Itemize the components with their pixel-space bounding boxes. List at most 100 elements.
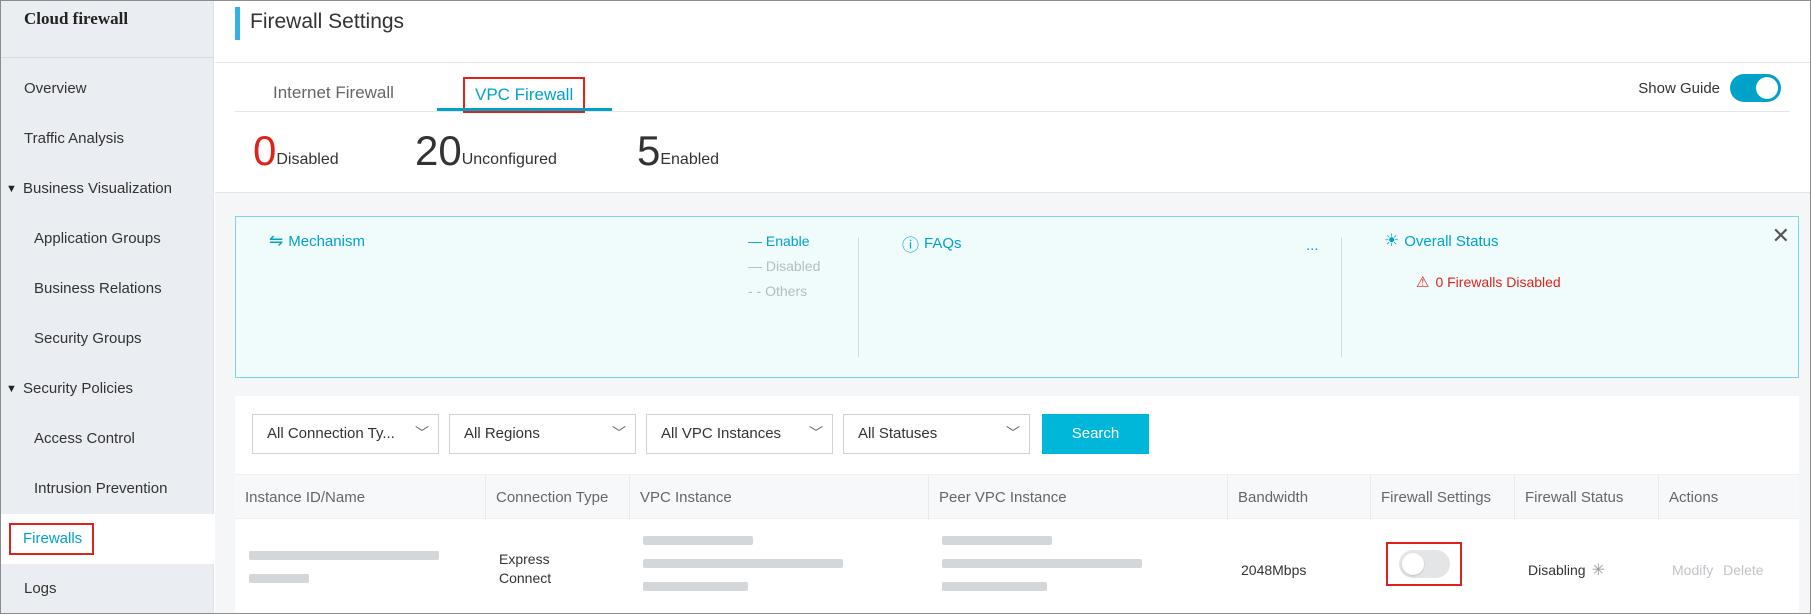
lightbulb-icon: ☀ [1384, 231, 1400, 250]
show-guide-label: Show Guide [1638, 79, 1720, 97]
sidebar-item-application-groups[interactable]: Application Groups [1, 214, 214, 264]
delete-link[interactable]: Delete [1723, 562, 1763, 578]
status-warning: ⚠ 0 Firewalls Disabled [1416, 273, 1561, 291]
sidebar-item-traffic-analysis[interactable]: Traffic Analysis [1, 114, 214, 164]
column-header: Actions [1658, 475, 1799, 520]
chevron-down-icon: ﹀ [809, 425, 823, 441]
stat-enabled: 5 Enabled [637, 123, 719, 173]
sidebar-item-label: Logs [24, 580, 57, 597]
main-content: Firewall Settings Internet Firewall VPC … [215, 1, 1810, 613]
legend-enable: — Enable [748, 233, 810, 249]
sidebar-divider [1, 57, 214, 58]
sidebar-item-label: Business Visualization [23, 180, 172, 197]
sidebar-item-label: Application Groups [34, 230, 161, 247]
column-header: Instance ID/Name [245, 489, 366, 506]
sidebar-item-security-groups[interactable]: Security Groups [1, 314, 214, 364]
redacted-peer-vpc-id [942, 559, 1142, 568]
loading-spinner-icon: ✳ [1591, 562, 1605, 579]
brand-title: Cloud firewall [24, 9, 129, 28]
select-value: All Statuses [858, 425, 938, 442]
cell-actions: Modify Delete [1672, 562, 1764, 578]
show-guide-toggle[interactable] [1730, 74, 1781, 102]
sidebar-item-firewalls[interactable]: Firewalls [1, 514, 214, 564]
redacted-peer-vpc-name [942, 536, 1052, 545]
sidebar-item-label: Overview [24, 80, 87, 97]
mechanism-link[interactable]: ⇋ Mechanism [269, 231, 365, 251]
redacted-vpc-name [643, 536, 753, 545]
stat-label: Disabled [276, 151, 339, 168]
tab-section: Internet Firewall VPC Firewall Show Guid… [215, 63, 1810, 193]
chevron-down-icon: ﹀ [612, 425, 626, 441]
sidebar-item-intrusion-prevention[interactable]: Intrusion Prevention [1, 464, 214, 514]
legend-others: - - Others [748, 283, 808, 299]
stat-value: 20 [415, 127, 462, 174]
statuses-select[interactable]: All Statuses ﹀ [843, 414, 1030, 454]
sidebar-group-security-policies[interactable]: ▼ Security Policies [1, 364, 214, 414]
column-header: VPC Instance [629, 475, 928, 520]
redacted-vpc-region [643, 582, 748, 591]
search-button[interactable]: Search [1042, 414, 1149, 454]
instances-panel: All Connection Ty... ﹀ All Regions ﹀ All V… [235, 396, 1799, 613]
toggle-knob [1402, 553, 1424, 575]
redacted-peer-vpc-region [942, 582, 1047, 591]
warning-triangle-icon: ⚠ [1416, 274, 1430, 291]
stat-label: Unconfigured [461, 151, 557, 168]
guide-panel: ⇋ Mechanism — Enable — Disabled - - Othe… [235, 216, 1799, 378]
redacted-instance-id [249, 551, 439, 560]
select-value: All VPC Instances [661, 425, 782, 442]
column-header: Connection Type [485, 475, 629, 520]
chevron-down-icon: ﹀ [1006, 425, 1020, 441]
guide-separator [1341, 237, 1342, 357]
regions-select[interactable]: All Regions ﹀ [449, 414, 636, 454]
redacted-instance-name [249, 574, 309, 583]
connection-type-select[interactable]: All Connection Ty... ﹀ [252, 414, 439, 454]
header-accent-bar [235, 7, 240, 40]
chevron-down-icon: ﹀ [415, 425, 429, 441]
status-text: Disabling [1528, 562, 1586, 578]
stat-value: 5 [637, 127, 661, 174]
legend-disabled: — Disabled [748, 258, 821, 274]
sidebar-item-business-relations[interactable]: Business Relations [1, 264, 214, 314]
table-header: Instance ID/Name Connection Type VPC Ins… [235, 474, 1799, 520]
page-header: Firewall Settings [215, 1, 1810, 63]
modify-link[interactable]: Modify [1672, 562, 1713, 578]
select-value: All Regions [464, 425, 540, 442]
select-value: All Connection Ty... [267, 425, 395, 442]
warning-text: 0 Firewalls Disabled [1435, 274, 1561, 290]
close-icon[interactable]: ✕ [1772, 225, 1790, 247]
sidebar-group-business-visualization[interactable]: ▼ Business Visualization [1, 164, 214, 214]
sidebar-item-label: Access Control [34, 430, 135, 447]
sidebar-item-label: Business Relations [34, 280, 162, 297]
column-header: Peer VPC Instance [928, 475, 1227, 520]
active-tab-indicator [437, 108, 612, 111]
cell-bandwidth: 2048Mbps [1241, 562, 1307, 578]
cell-firewall-status: Disabling ✳ [1528, 560, 1605, 580]
sidebar-item-label: Security Groups [34, 330, 142, 347]
stat-value: 0 [253, 127, 277, 174]
overall-status-title: ☀ Overall Status [1384, 231, 1498, 251]
redacted-vpc-id [643, 559, 843, 568]
firewall-settings-toggle[interactable] [1399, 550, 1450, 578]
sidebar-item-overview[interactable]: Overview [1, 64, 214, 114]
cell-connection-type: Express Connect [499, 551, 552, 586]
column-header: Firewall Status [1514, 475, 1658, 520]
more-link[interactable]: ... [1306, 237, 1319, 254]
sidebar-item-label: Intrusion Prevention [34, 480, 168, 497]
column-header: Bandwidth [1227, 475, 1370, 520]
sidebar: Cloud firewall Overview Traffic Analysis… [1, 1, 214, 613]
column-header: Firewall Settings [1370, 475, 1514, 520]
tab-internet-firewall[interactable]: Internet Firewall [273, 77, 394, 113]
sidebar-item-logs[interactable]: Logs [1, 564, 214, 613]
overall-status-label: Overall Status [1404, 232, 1499, 250]
faqs-label: FAQs [924, 235, 962, 252]
stat-label: Enabled [660, 151, 720, 168]
guide-separator [858, 237, 859, 357]
app-window: Cloud firewall Overview Traffic Analysis… [0, 0, 1811, 614]
sidebar-item-label: Security Policies [23, 380, 134, 397]
sidebar-item-access-control[interactable]: Access Control [1, 414, 214, 464]
faqs-link[interactable]: ⓘ FAQs [902, 231, 962, 256]
sidebar-item-label: Firewalls [9, 523, 95, 555]
mechanism-label: Mechanism [288, 232, 365, 250]
vpc-instances-select[interactable]: All VPC Instances ﹀ [646, 414, 833, 454]
show-guide-control: Show Guide [1638, 73, 1781, 103]
